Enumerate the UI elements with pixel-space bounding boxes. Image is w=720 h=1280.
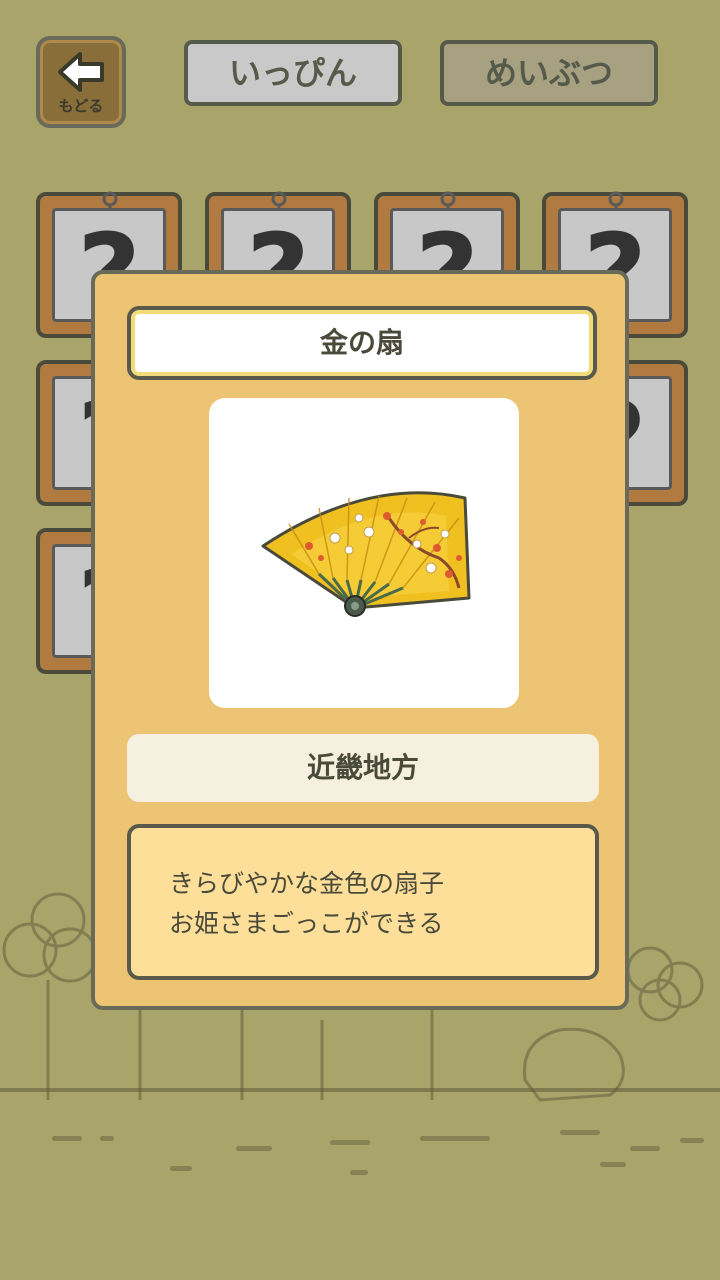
- description-line: お姫さまごっこができる: [169, 909, 444, 938]
- item-detail-dialog[interactable]: 金の扇 近畿地方 きらびやかな金色の扇子 お姫さまごっこができる: [91, 270, 629, 1010]
- ground-dash: [170, 1166, 192, 1171]
- back-arrow-icon: [58, 52, 104, 92]
- ground-dash: [330, 1140, 370, 1145]
- ground-dash: [630, 1146, 660, 1151]
- ground-dash: [52, 1136, 82, 1141]
- ground-dash: [560, 1130, 600, 1135]
- ground-dash: [420, 1136, 490, 1141]
- item-title: 金の扇: [127, 306, 597, 380]
- tab-meibutsu[interactable]: めいぶつ: [440, 40, 658, 106]
- back-button-label: もどる: [58, 97, 104, 115]
- item-image-frame: [209, 398, 519, 708]
- golden-fan-icon: [261, 491, 471, 617]
- ground-dash: [350, 1170, 368, 1175]
- description-line: きらびやかな金色の扇子: [169, 869, 445, 898]
- ground-dash: [600, 1162, 626, 1167]
- item-description: きらびやかな金色の扇子 お姫さまごっこができる: [127, 824, 599, 980]
- ground-dash: [680, 1138, 704, 1143]
- tab-ippin[interactable]: いっぴん: [184, 40, 402, 106]
- item-region: 近畿地方: [127, 734, 599, 802]
- back-button[interactable]: もどる: [36, 36, 126, 128]
- ground-line: [0, 1088, 720, 1092]
- ground-dash: [236, 1146, 272, 1151]
- ground-dash: [100, 1136, 114, 1141]
